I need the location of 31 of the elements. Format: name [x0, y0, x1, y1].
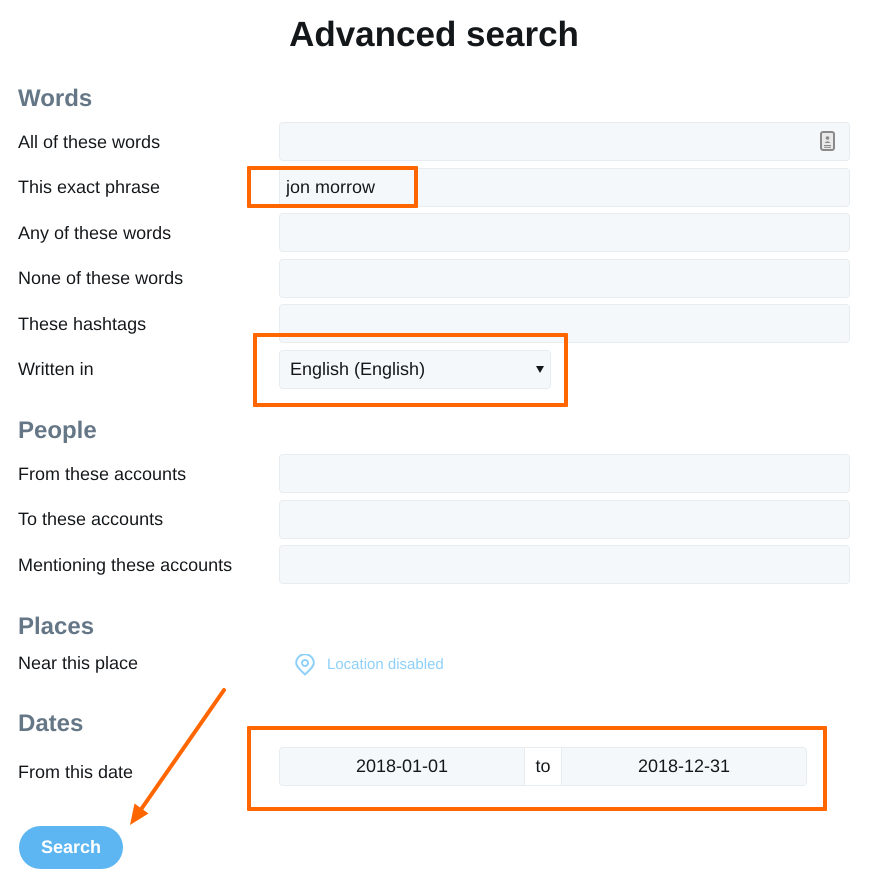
field-label: From these accounts [18, 462, 186, 484]
location-pin-icon [295, 654, 315, 676]
text-input[interactable] [279, 500, 850, 538]
text-input[interactable] [279, 304, 850, 343]
field-label: Any of these words [18, 222, 172, 244]
section-heading: Places [18, 612, 94, 640]
text-input[interactable] [279, 213, 850, 252]
date-input[interactable]: 2018-12-31 [561, 747, 807, 786]
range-separator: to [525, 747, 561, 786]
text-input[interactable] [279, 258, 850, 298]
date-input[interactable]: 2018-01-01 [279, 747, 525, 786]
field-label: To these accounts [18, 508, 164, 530]
field-label: All of these words [18, 130, 160, 152]
caret-icon [536, 366, 544, 372]
section-heading: Words [18, 85, 92, 113]
contact-card-icon[interactable] [820, 131, 835, 151]
text-input[interactable] [279, 545, 850, 584]
field-label: Mentioning these accounts [18, 554, 232, 576]
field-label: From this date [18, 761, 134, 783]
text-input[interactable] [279, 454, 850, 493]
field-label: Written in [18, 358, 94, 380]
field-label: These hashtags [18, 312, 146, 334]
field-label: Near this place [18, 652, 138, 674]
language-dropdown[interactable]: English (English) [279, 350, 551, 388]
field-label: This exact phrase [18, 176, 160, 198]
location-status: Location disabled [327, 656, 444, 674]
section-heading: People [18, 417, 97, 445]
page-title: Advanced search [289, 15, 579, 55]
text-input[interactable] [279, 122, 850, 161]
section-heading: Dates [18, 710, 84, 738]
field-label: None of these words [18, 267, 184, 289]
